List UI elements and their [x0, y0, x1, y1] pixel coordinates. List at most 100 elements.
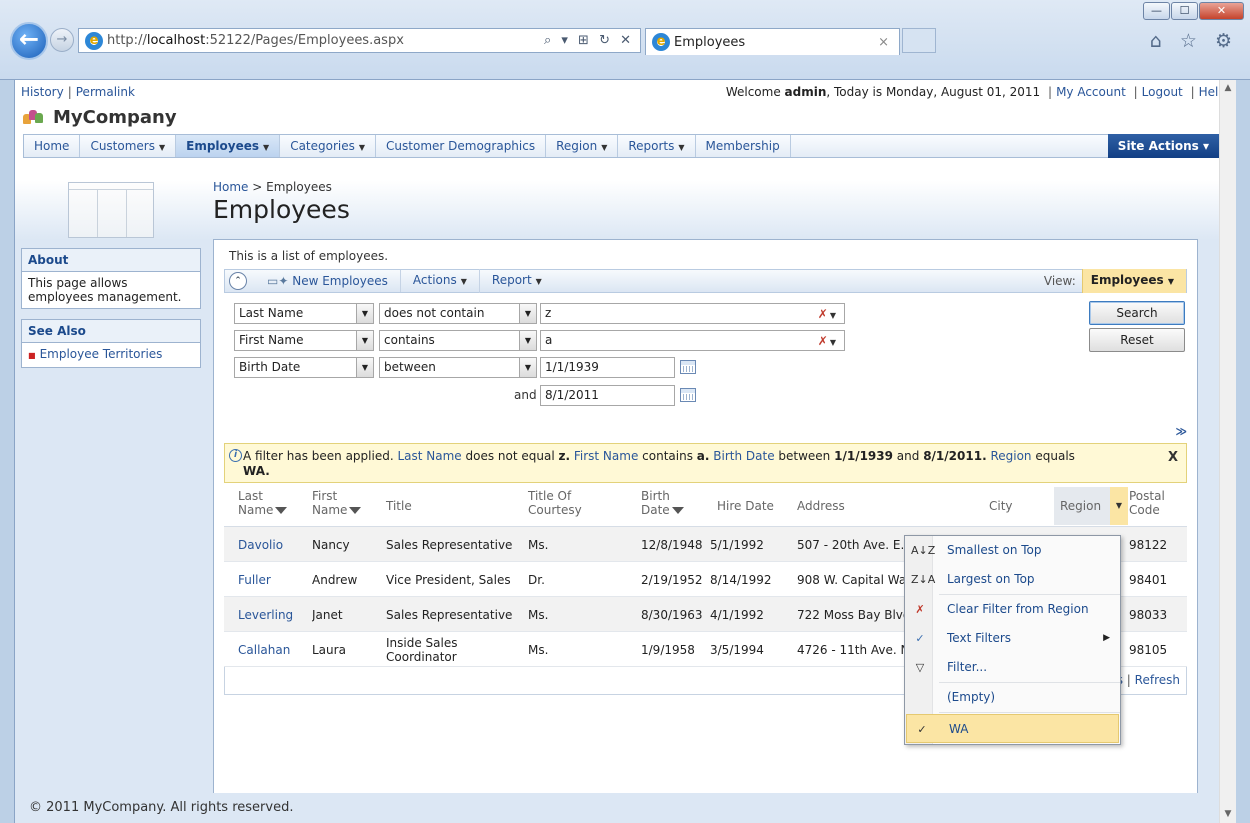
view-dropdown[interactable]: Employees ▼ — [1081, 269, 1186, 293]
actions-menu[interactable]: Actions ▼ — [401, 269, 480, 293]
refresh-link[interactable]: s | Refresh — [1117, 673, 1180, 687]
address-tools-icons[interactable]: ⌕ ▾ ⊞ ↻ ✕ — [544, 33, 640, 48]
filter-field-select[interactable]: Last Name ▼ — [234, 303, 374, 324]
chevron-down-icon[interactable]: ▼ — [356, 331, 373, 350]
nav-item-reports[interactable]: Reports ▼ — [618, 135, 696, 157]
chevron-down-icon[interactable]: ▼ — [356, 304, 373, 323]
menu-item-empty[interactable]: (Empty) — [905, 683, 1120, 712]
expand-more-icon[interactable]: ≫ — [1175, 425, 1187, 438]
column-header-title[interactable]: Title — [386, 489, 412, 513]
see-also-list: ■ Employee Territories — [22, 343, 200, 367]
nav-item-region[interactable]: Region ▼ — [546, 135, 619, 157]
filter-field-select[interactable]: Birth Date ▼ — [234, 357, 374, 378]
employee-territories-link[interactable]: Employee Territories — [40, 347, 163, 361]
forward-arrow-icon[interactable]: → — [50, 28, 74, 52]
menu-item-largest-on-top[interactable]: Z↓A Largest on Top — [905, 565, 1120, 594]
employee-link[interactable]: Fuller — [238, 562, 308, 597]
menu-item-text-filters[interactable]: ✓ Text Filters ▶ — [905, 624, 1120, 653]
notice-field-link[interactable]: First Name — [574, 449, 638, 463]
nav-item-membership[interactable]: Membership — [696, 135, 791, 157]
new-employees-button[interactable]: ▭✦ New Employees — [255, 270, 401, 292]
filter-value-input[interactable]: a ✗ ▼ — [540, 330, 845, 351]
report-menu[interactable]: Report ▼ — [480, 269, 554, 293]
collapse-icon[interactable]: ⌃ — [229, 272, 247, 290]
brand: MyCompany — [15, 104, 1236, 130]
minimize-button[interactable]: — — [1143, 2, 1170, 20]
page-footer: © 2011 MyCompany. All rights reserved. — [15, 793, 1220, 823]
column-header-region[interactable]: Region ▼ — [1054, 487, 1128, 525]
column-header-last-name[interactable]: Last Name — [238, 489, 288, 517]
reset-button[interactable]: Reset — [1089, 328, 1185, 352]
close-notice-icon[interactable]: X — [1168, 450, 1178, 465]
filter-operator-select[interactable]: between ▼ — [379, 357, 537, 378]
column-header-city[interactable]: City — [989, 489, 1013, 513]
menu-item-clear-filter-from-region[interactable]: ✗ Clear Filter from Region — [905, 595, 1120, 624]
about-box: About This page allows employees managem… — [21, 248, 201, 309]
filter-value-input[interactable]: z ✗ ▼ — [540, 303, 845, 324]
table-cell-hire: 3/5/1994 — [710, 642, 764, 657]
menu-item-wa[interactable]: ✓ WA — [906, 714, 1119, 743]
menu-item-filter[interactable]: ▽ Filter... — [905, 653, 1120, 682]
logout-link[interactable]: Logout — [1142, 85, 1183, 99]
main-nav: Home Customers ▼ Employees ▼ Categories ▼ Custo… — [23, 134, 1228, 158]
search-button[interactable]: Search — [1089, 301, 1185, 325]
menu-item-smallest-on-top[interactable]: A↓Z Smallest on Top — [905, 536, 1120, 565]
chevron-down-icon[interactable]: ▼ — [519, 331, 536, 350]
column-header-address[interactable]: Address — [797, 489, 845, 513]
filter-operator-select[interactable]: does not contain ▼ — [379, 303, 537, 324]
history-link[interactable]: History — [21, 85, 64, 99]
filter-icon: ▽ — [915, 661, 925, 674]
browser-chrome: — ☐ ✕ ← → e http://localhost:52122/Pages… — [0, 0, 1250, 80]
column-header-first-name[interactable]: First Name — [312, 489, 362, 517]
breadcrumb-current: Employees — [266, 180, 332, 194]
nav-item-categories[interactable]: Categories ▼ — [280, 135, 377, 157]
browser-tab[interactable]: e Employees × — [645, 28, 900, 55]
url-text[interactable]: http://localhost:52122/Pages/Employees.a… — [107, 33, 544, 48]
chevron-down-icon[interactable]: ▼ — [519, 304, 536, 323]
column-header-hire-date[interactable]: Hire Date — [717, 489, 774, 513]
notice-field-link[interactable]: Birth Date — [713, 449, 774, 463]
column-header-title-of-courtesy[interactable]: Title Of Courtesy — [528, 489, 582, 517]
permalink-link[interactable]: Permalink — [76, 85, 135, 99]
nav-item-home[interactable]: Home — [24, 135, 81, 157]
breadcrumb-home[interactable]: Home — [213, 180, 248, 194]
maximize-button[interactable]: ☐ — [1171, 2, 1198, 20]
tab-close-icon[interactable]: × — [878, 35, 889, 50]
employee-link[interactable]: Callahan — [238, 632, 308, 667]
nav-item-customer-demographics[interactable]: Customer Demographics — [376, 135, 547, 157]
notice-field-link[interactable]: Last Name — [397, 449, 461, 463]
back-arrow-icon[interactable]: ← — [10, 22, 48, 60]
calendar-icon[interactable] — [680, 388, 696, 402]
table-cell-postal: 98033 — [1129, 607, 1168, 622]
filter-notice: i A filter has been applied. Last Name d… — [224, 443, 1187, 483]
employee-link[interactable]: Davolio — [238, 527, 308, 562]
birth-date-to-input[interactable]: 8/1/2011 — [540, 385, 675, 406]
clear-filter-icon[interactable]: ✗ ▼ — [818, 305, 836, 325]
vertical-scrollbar[interactable]: ▲ ▼ — [1219, 80, 1236, 823]
column-header-postal-code[interactable]: Postal Code — [1129, 489, 1165, 517]
column-header-birth-date[interactable]: Birth Date — [641, 489, 684, 517]
chevron-down-icon[interactable]: ▼ — [519, 358, 536, 377]
nav-item-customers[interactable]: Customers ▼ — [80, 135, 177, 157]
table-cell-toc: Ms. — [528, 537, 549, 552]
scroll-down-icon[interactable]: ▼ — [1220, 806, 1236, 823]
scroll-up-icon[interactable]: ▲ — [1220, 80, 1236, 97]
new-tab-button[interactable] — [902, 28, 936, 53]
employee-link[interactable]: Leverling — [238, 597, 308, 632]
birth-date-from-input[interactable]: 1/1/1939 — [540, 357, 675, 378]
table-cell-address: 507 - 20th Ave. E. — [797, 537, 905, 552]
notice-field-link[interactable]: Region — [990, 449, 1031, 463]
home-favorites-tools-icons[interactable]: ⌂ ☆ ⚙ — [1150, 30, 1238, 52]
site-actions-button[interactable]: Site Actions ▾ — [1107, 134, 1219, 158]
check-icon: ✓ — [915, 632, 925, 645]
close-window-button[interactable]: ✕ — [1199, 2, 1244, 20]
filter-operator-select[interactable]: contains ▼ — [379, 330, 537, 351]
nav-item-employees[interactable]: Employees ▼ — [176, 135, 281, 157]
clear-filter-icon[interactable]: ✗ ▼ — [818, 332, 836, 352]
filter-field-select[interactable]: First Name ▼ — [234, 330, 374, 351]
address-bar[interactable]: e http://localhost:52122/Pages/Employees… — [78, 28, 641, 53]
my-account-link[interactable]: My Account — [1056, 85, 1126, 99]
calendar-icon[interactable] — [680, 360, 696, 374]
region-dropdown-icon[interactable]: ▼ — [1110, 487, 1128, 525]
chevron-down-icon[interactable]: ▼ — [356, 358, 373, 377]
